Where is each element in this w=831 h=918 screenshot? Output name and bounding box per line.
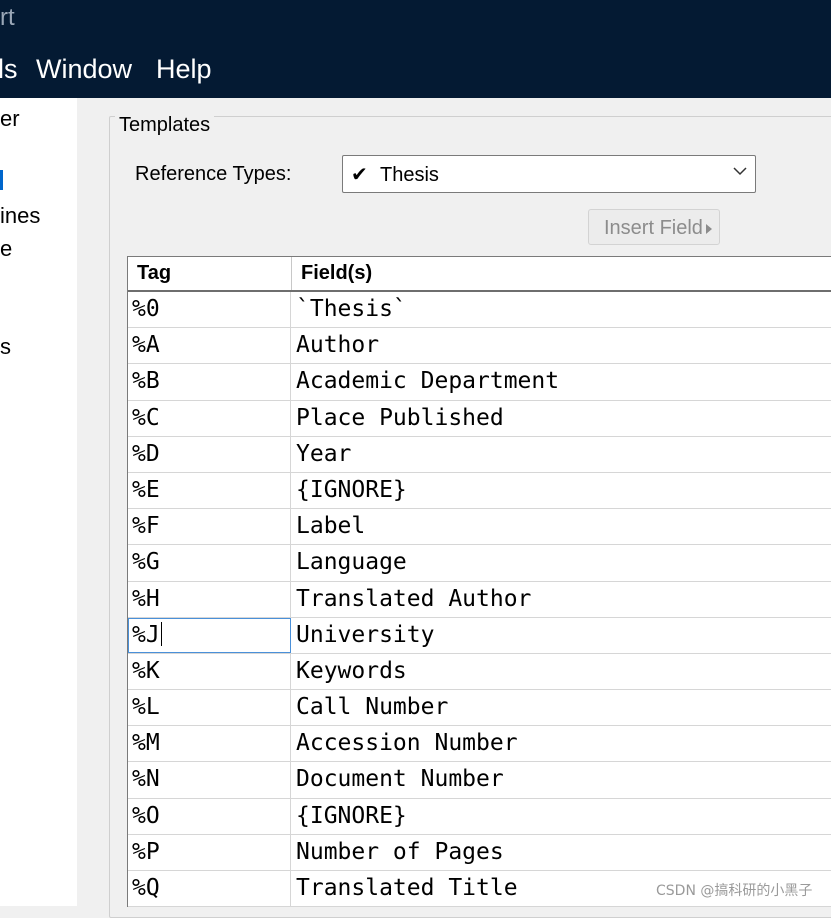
table-row[interactable]: %G Language (128, 545, 831, 582)
checkmark-icon: ✔ (351, 164, 368, 186)
field-cell[interactable]: `Thesis` (292, 292, 831, 327)
tag-cell[interactable]: %N (128, 762, 291, 798)
tag-cell[interactable]: %H (128, 581, 291, 617)
tag-cell[interactable]: %B (128, 364, 291, 400)
table-row[interactable]: %H Translated Author (128, 581, 831, 618)
table-row[interactable]: %0 `Thesis` (128, 292, 831, 329)
field-cell[interactable]: Year (292, 437, 831, 472)
tag-cell[interactable]: %M (128, 726, 291, 762)
reference-types-label: Reference Types: (135, 163, 292, 185)
table-row[interactable]: %A Author (128, 328, 831, 365)
sidebar-item-4[interactable]: e (0, 236, 12, 262)
sidebar-item-1[interactable]: er (0, 106, 20, 132)
field-cell[interactable]: Label (292, 509, 831, 544)
menu-tools[interactable]: ls (0, 54, 18, 85)
templates-group-label: Templates (115, 114, 215, 137)
sidebar-item-selected[interactable] (0, 170, 3, 190)
tag-cell[interactable]: %K (128, 653, 291, 690)
table-header: Tag Field(s) (128, 257, 831, 292)
window-title: rt (0, 4, 15, 31)
tag-cell[interactable]: %O (128, 798, 291, 834)
tag-cell[interactable]: %0 (128, 292, 291, 328)
field-cell[interactable]: Place Published (292, 401, 831, 436)
column-divider[interactable] (291, 257, 292, 290)
table-row[interactable]: %B Academic Department (128, 364, 831, 401)
field-cell[interactable]: Number of Pages (292, 835, 831, 870)
column-header-tag[interactable]: Tag (137, 262, 171, 285)
tag-cell[interactable]: %C (128, 400, 291, 436)
sidebar-item-3[interactable]: ines (0, 203, 40, 229)
table-row[interactable]: %M Accession Number (128, 726, 831, 763)
table-row[interactable]: %F Label (128, 509, 831, 546)
field-cell[interactable]: {IGNORE} (292, 799, 831, 834)
field-cell[interactable]: Academic Department (292, 364, 831, 399)
menu-window[interactable]: Window (36, 54, 132, 85)
menu-help[interactable]: Help (156, 54, 212, 85)
field-cell[interactable]: Call Number (292, 690, 831, 725)
tag-cell[interactable]: %P (128, 834, 291, 870)
tag-cell[interactable]: %F (128, 509, 291, 545)
field-cell[interactable]: Translated Author (292, 582, 831, 617)
tag-cell[interactable]: %A (128, 328, 291, 364)
watermark: CSDN @搞科研的小黑子 (656, 883, 813, 899)
insert-field-label: Insert Field (604, 217, 703, 239)
table-row[interactable]: %J University (128, 617, 831, 654)
tag-cell[interactable]: %Q (128, 871, 291, 907)
reference-type-value: Thesis (380, 164, 439, 186)
table-row[interactable]: %D Year (128, 436, 831, 473)
menu-bar: ls Window Help (0, 40, 831, 98)
table-row[interactable]: %E {IGNORE} (128, 472, 831, 510)
reference-type-select[interactable]: ✔ Thesis (342, 155, 756, 193)
column-header-fields[interactable]: Field(s) (301, 262, 372, 285)
table-row[interactable]: %P Number of Pages (128, 834, 831, 871)
submenu-arrow-icon (706, 224, 712, 234)
table-row[interactable]: %L Call Number (128, 690, 831, 727)
table-row[interactable]: %C Place Published (128, 400, 831, 437)
field-cell[interactable]: Accession Number (292, 726, 831, 761)
preferences-sidebar: er ines e s (0, 98, 78, 906)
text-caret (160, 621, 162, 646)
tag-cell[interactable]: %L (128, 690, 291, 726)
field-cell[interactable]: {IGNORE} (292, 473, 831, 508)
table-body: %0 `Thesis` %A Author %B Academic Department%… (128, 292, 831, 907)
field-cell[interactable]: Keywords (292, 654, 831, 689)
sidebar-item-5[interactable]: s (0, 334, 11, 360)
table-row[interactable]: %N Document Number (128, 762, 831, 799)
insert-field-button[interactable]: Insert Field (588, 209, 720, 245)
tag-cell[interactable]: %E (128, 472, 291, 509)
tag-cell[interactable]: %D (128, 436, 291, 472)
template-fields-table[interactable]: Tag Field(s) %0 `Thesis` %A Author %B Academi… (127, 256, 831, 907)
table-row[interactable]: %K Keywords (128, 653, 831, 691)
tag-cell[interactable]: %J (128, 617, 291, 653)
field-cell[interactable]: Language (292, 545, 831, 580)
table-row[interactable]: %O {IGNORE} (128, 798, 831, 835)
field-cell[interactable]: University (292, 618, 831, 653)
chevron-down-icon (733, 164, 747, 183)
tag-cell[interactable]: %G (128, 545, 291, 581)
field-cell[interactable]: Author (292, 328, 831, 363)
field-cell[interactable]: Document Number (292, 762, 831, 797)
title-bar: rt (0, 0, 831, 40)
